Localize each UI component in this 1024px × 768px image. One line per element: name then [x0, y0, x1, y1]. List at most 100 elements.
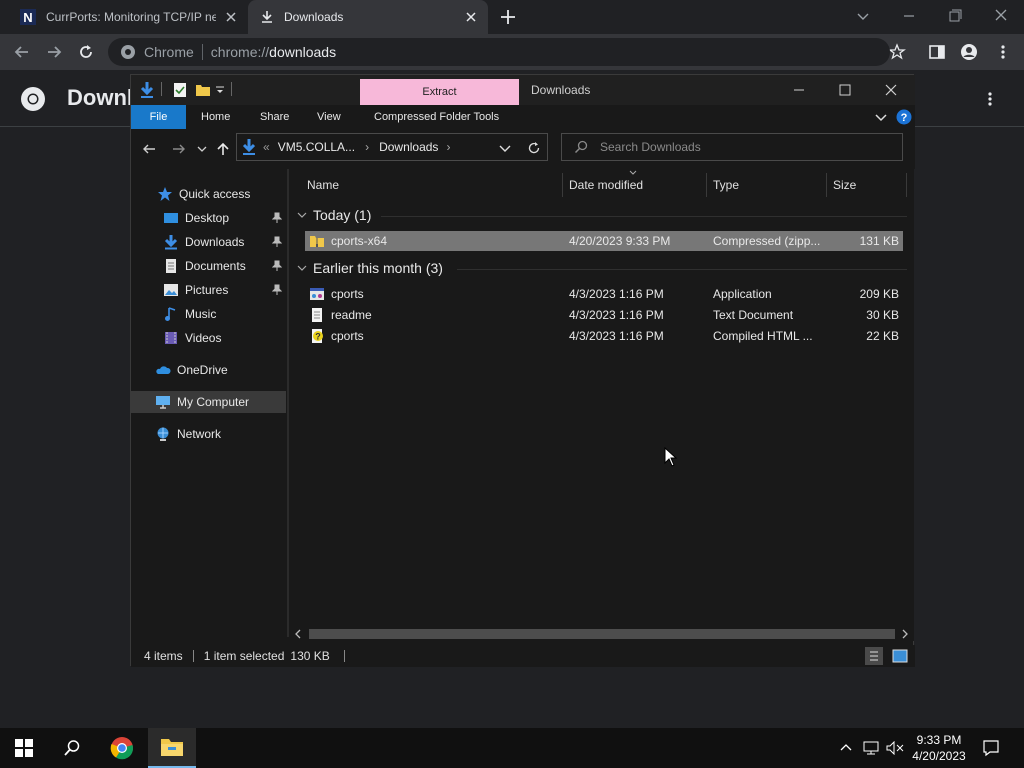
- scrollbar-thumb[interactable]: [309, 629, 895, 639]
- nav-network[interactable]: Network: [131, 423, 286, 445]
- nav-desktop[interactable]: Desktop: [131, 207, 286, 229]
- status-divider: [192, 650, 194, 662]
- breadcrumb-chevron-icon[interactable]: ›: [365, 140, 369, 154]
- large-icons-view-icon[interactable]: [891, 647, 909, 665]
- tab-search-icon[interactable]: [851, 6, 875, 26]
- pin-icon[interactable]: [272, 212, 282, 224]
- downloads-menu-icon[interactable]: [980, 89, 1000, 109]
- bookmark-star-icon[interactable]: [888, 43, 906, 61]
- back-icon[interactable]: [141, 141, 157, 157]
- mouse-cursor-icon: [664, 447, 678, 467]
- maximize-icon[interactable]: [837, 83, 853, 97]
- close-window-icon[interactable]: [883, 83, 899, 97]
- ribbon-tab-home[interactable]: Home: [201, 105, 230, 129]
- group-divider: [381, 216, 907, 217]
- help-icon[interactable]: ?: [896, 109, 912, 125]
- collapse-chevron-icon: [297, 265, 307, 271]
- file-row[interactable]: cports-x64 4/20/2023 9:33 PM Compressed …: [305, 231, 903, 251]
- customize-qat-icon[interactable]: [215, 84, 225, 96]
- nav-quick-access[interactable]: Quick access: [131, 183, 286, 205]
- nav-downloads[interactable]: Downloads: [131, 231, 286, 253]
- address-bar[interactable]: « VM5.COLLA... › Downloads ›: [236, 133, 548, 161]
- forward-icon[interactable]: [171, 141, 187, 157]
- ribbon-tab-compressed-folder-tools[interactable]: Compressed Folder Tools: [374, 105, 499, 129]
- file-row[interactable]: ? cports 4/3/2023 1:16 PM Compiled HTML …: [305, 326, 903, 346]
- notification-center-icon[interactable]: [982, 739, 1000, 757]
- system-clock[interactable]: 9:33 PM 4/20/2023: [905, 732, 973, 764]
- tab-downloads[interactable]: Downloads: [248, 0, 488, 34]
- svg-text:?: ?: [315, 332, 321, 342]
- file-name: cports: [331, 329, 364, 343]
- scroll-left-icon[interactable]: [294, 629, 302, 639]
- new-folder-icon[interactable]: [195, 82, 211, 98]
- close-tab-icon[interactable]: [224, 10, 238, 24]
- expand-ribbon-icon[interactable]: [875, 112, 887, 122]
- pin-icon[interactable]: [272, 260, 282, 272]
- minimize-icon[interactable]: [791, 83, 807, 97]
- pin-icon[interactable]: [272, 284, 282, 296]
- search-button[interactable]: [48, 728, 96, 768]
- pin-icon[interactable]: [272, 236, 282, 248]
- side-panel-icon[interactable]: [928, 43, 946, 61]
- column-header-type[interactable]: Type: [707, 173, 827, 197]
- column-header-size[interactable]: Size: [827, 173, 907, 197]
- recent-locations-icon[interactable]: [197, 145, 207, 153]
- column-header-name[interactable]: Name: [289, 173, 563, 197]
- start-button[interactable]: [0, 728, 48, 768]
- search-icon: [64, 740, 80, 756]
- properties-icon[interactable]: [173, 82, 187, 98]
- scroll-right-icon[interactable]: [901, 629, 909, 639]
- file-name-cell: readme: [309, 305, 372, 325]
- address-dropdown-icon[interactable]: [499, 143, 511, 153]
- details-view-icon[interactable]: [865, 647, 883, 665]
- breadcrumb-chevron-icon[interactable]: ›: [446, 140, 450, 154]
- tab-currports[interactable]: N CurrPorts: Monitoring TCP/IP net: [8, 0, 248, 34]
- site-chip[interactable]: Chrome: [120, 44, 194, 60]
- show-hidden-icons-icon[interactable]: [840, 742, 852, 754]
- taskbar-file-explorer[interactable]: [148, 728, 196, 768]
- breadcrumb-overflow-icon[interactable]: «: [263, 140, 270, 154]
- text-file-icon: [312, 308, 322, 322]
- nav-documents[interactable]: Documents: [131, 255, 286, 277]
- omnibox[interactable]: Chrome chrome://downloads: [108, 38, 890, 66]
- ribbon-tab-share[interactable]: Share: [260, 105, 289, 129]
- nav-my-computer[interactable]: My Computer: [131, 391, 286, 413]
- refresh-icon[interactable]: [526, 140, 542, 156]
- ribbon-tab-view[interactable]: View: [317, 105, 341, 129]
- volume-muted-icon[interactable]: [886, 741, 904, 755]
- file-row[interactable]: cports 4/3/2023 1:16 PM Application 209 …: [305, 284, 903, 304]
- column-header-date[interactable]: Date modified: [563, 173, 707, 197]
- file-name: cports-x64: [331, 234, 388, 248]
- search-box[interactable]: Search Downloads: [561, 133, 903, 161]
- ribbon-tab-file[interactable]: File: [131, 105, 186, 129]
- forward-icon[interactable]: [44, 42, 64, 62]
- status-bar: 4 items 1 item selected 130 KB: [131, 645, 915, 667]
- nav-onedrive[interactable]: OneDrive: [131, 359, 286, 381]
- new-tab-icon[interactable]: [498, 7, 518, 27]
- reload-icon[interactable]: [76, 42, 96, 62]
- file-name: readme: [331, 308, 372, 322]
- close-window-icon[interactable]: [989, 6, 1013, 26]
- file-size: 209 KB: [859, 287, 899, 301]
- breadcrumb-current[interactable]: Downloads: [379, 140, 438, 154]
- minimize-icon[interactable]: [897, 6, 921, 26]
- group-header-earlier[interactable]: Earlier this month (3): [297, 260, 443, 276]
- file-type: Text Document: [713, 308, 794, 322]
- profile-icon[interactable]: [960, 43, 978, 61]
- breadcrumb-root[interactable]: VM5.COLLA...: [278, 140, 355, 154]
- restore-icon[interactable]: [943, 6, 967, 26]
- nav-videos[interactable]: Videos: [131, 327, 286, 349]
- group-header-today[interactable]: Today (1): [297, 207, 371, 223]
- back-icon[interactable]: [12, 42, 32, 62]
- network-status-icon[interactable]: [862, 741, 880, 755]
- up-icon[interactable]: [215, 141, 231, 157]
- taskbar-chrome[interactable]: [98, 728, 146, 768]
- extract-context-tab[interactable]: Extract: [360, 79, 519, 105]
- nav-pictures[interactable]: Pictures: [131, 279, 286, 301]
- file-size: 30 KB: [866, 308, 899, 322]
- nav-music[interactable]: Music: [131, 303, 286, 325]
- close-tab-icon[interactable]: [464, 10, 478, 24]
- file-row[interactable]: readme 4/3/2023 1:16 PM Text Document 30…: [305, 305, 903, 325]
- desktop-icon: [164, 213, 178, 223]
- chrome-menu-icon[interactable]: [994, 43, 1012, 61]
